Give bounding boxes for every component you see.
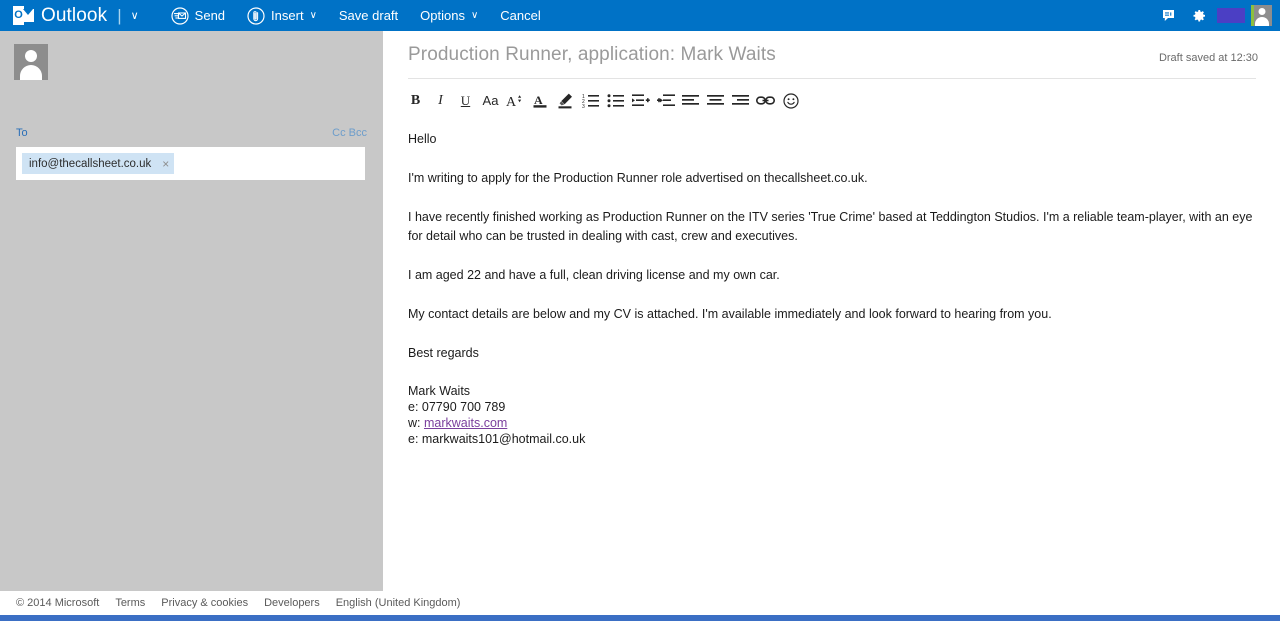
signature-website-prefix: w: [408,416,424,430]
app-header: O Outlook | ∨ Send [0,0,1280,31]
body-paragraph-3: I am aged 22 and have a full, clean driv… [408,266,1253,285]
brand-separator: | [117,6,121,26]
highlighter-icon[interactable] [553,88,578,113]
subject-row: Production Runner, application: Mark Wai… [383,31,1280,79]
recipient-chip[interactable]: info@thecallsheet.co.uk × [22,153,174,174]
chevron-down-icon: ∨ [471,10,478,21]
chevron-down-icon[interactable]: ∨ [131,9,139,22]
svg-text:A: A [534,93,543,107]
bottom-accent-bar [0,615,1280,621]
message-body-editor[interactable]: Hello I'm writing to apply for the Produ… [408,130,1253,447]
footer-language-selector[interactable]: English (United Kingdom) [336,597,461,609]
font-color-icon[interactable]: A [528,88,553,113]
recipient-chip-address: info@thecallsheet.co.uk [29,158,151,170]
link-icon[interactable] [753,88,778,113]
gear-icon[interactable] [1184,0,1214,31]
emoji-icon[interactable] [778,88,803,113]
italic-icon[interactable]: I [428,88,453,113]
recipient-pane: To Cc Bcc info@thecallsheet.co.uk × [0,31,383,591]
logo-envelope [23,9,34,22]
indent-increase-icon[interactable] [628,88,653,113]
cancel-button[interactable]: Cancel [500,9,540,22]
send-mail-icon [171,7,189,25]
divider [408,78,1256,79]
bold-icon[interactable]: B [403,88,428,113]
close-icon[interactable]: × [162,158,169,170]
save-draft-label: Save draft [339,9,398,22]
signature-phone: e: 07790 700 789 [408,399,1253,415]
copyright-text: © 2014 Microsoft [16,597,99,609]
contact-avatar-placeholder [14,44,48,80]
outlook-brand[interactable]: O Outlook | ∨ [13,5,139,27]
body-greeting: Hello [408,130,1253,149]
svg-text:3: 3 [582,104,585,108]
bulleted-list-icon[interactable] [603,88,628,113]
save-draft-button[interactable]: Save draft [339,9,398,22]
align-center-icon[interactable] [703,88,728,113]
header-right-icons [1154,0,1272,31]
cancel-label: Cancel [500,9,540,22]
signature-block: Mark Waits e: 07790 700 789 w: markwaits… [408,383,1253,447]
compose-action-bar: Send Insert ∨ Save draft Options ∨ Cance… [171,7,563,25]
footer-link-privacy[interactable]: Privacy & cookies [161,597,248,609]
signature-website-link[interactable]: markwaits.com [424,416,507,430]
send-button-label: Send [195,9,225,22]
insert-button[interactable]: Insert ∨ [247,7,317,25]
badge-rect[interactable] [1217,8,1245,23]
to-input-field[interactable]: info@thecallsheet.co.uk × [16,147,365,180]
paperclip-icon [247,7,265,25]
body-paragraph-2: I have recently finished working as Prod… [408,208,1253,247]
font-family-icon[interactable]: Aa [478,88,503,113]
align-left-icon[interactable] [678,88,703,113]
draft-status: Draft saved at 12:30 [1159,52,1258,64]
signature-website-line: w: markwaits.com [408,415,1253,431]
formatting-toolbar: B I U Aa A A 1 [403,87,803,114]
signature-name: Mark Waits [408,383,1253,399]
svg-text:A: A [506,95,517,109]
footer-link-developers[interactable]: Developers [264,597,320,609]
to-label[interactable]: To [16,127,28,139]
presence-indicator [1251,5,1254,26]
body-paragraph-1: I'm writing to apply for the Production … [408,169,1253,188]
bcc-link[interactable]: Bcc [349,127,367,139]
chevron-down-icon: ∨ [310,10,317,21]
send-button[interactable]: Send [171,7,225,25]
align-right-icon[interactable] [728,88,753,113]
subject-input[interactable]: Production Runner, application: Mark Wai… [408,44,776,66]
font-size-icon[interactable]: A [503,88,528,113]
options-label: Options [420,9,465,22]
avatar[interactable] [1251,5,1272,26]
insert-button-label: Insert [271,9,304,22]
page-footer: © 2014 Microsoft Terms Privacy & cookies… [0,591,1280,615]
options-button[interactable]: Options ∨ [420,9,478,22]
compose-pane: Production Runner, application: Mark Wai… [383,31,1280,591]
underline-icon[interactable]: U [453,88,478,113]
brand-name: Outlook [41,5,107,27]
cc-link[interactable]: Cc [332,127,345,139]
chat-icon[interactable] [1154,0,1184,31]
cc-bcc-toggle: Cc Bcc [332,127,367,139]
body-signoff: Best regards [408,344,1253,363]
outlook-logo-icon: O [13,6,34,25]
footer-link-terms[interactable]: Terms [115,597,145,609]
numbered-list-icon[interactable]: 1 2 3 [578,88,603,113]
indent-decrease-icon[interactable] [653,88,678,113]
body-paragraph-4: My contact details are below and my CV i… [408,305,1253,324]
signature-email: e: markwaits101@hotmail.co.uk [408,431,1253,447]
